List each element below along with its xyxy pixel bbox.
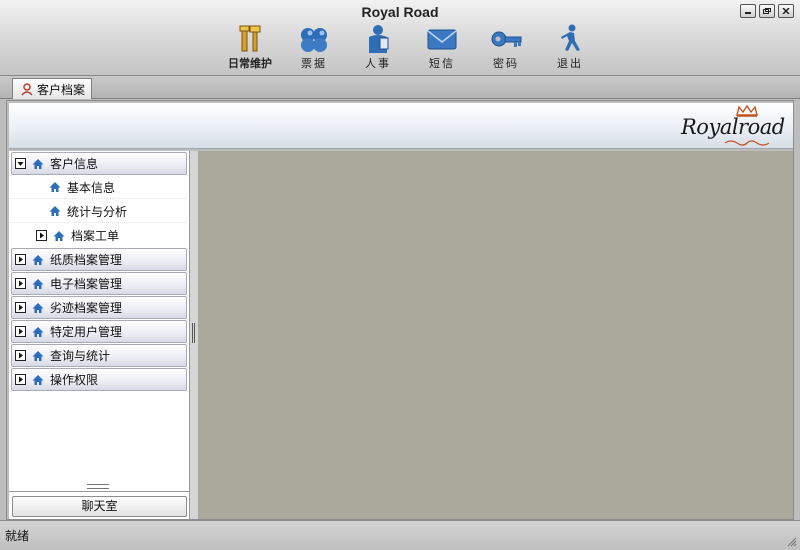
- nav-label: 客户信息: [50, 157, 99, 171]
- nav-group-special-users[interactable]: 特定用户管理: [11, 320, 187, 343]
- toolbar-label: 人事: [365, 57, 391, 70]
- minimize-icon: [745, 12, 751, 14]
- home-icon: [32, 278, 44, 289]
- workspace-frame: Royalroad 客户信息 基本信息 统计与分析 档案工单 纸质档案管理 电子…: [6, 100, 794, 520]
- nav-group-permissions[interactable]: 操作权限: [11, 368, 187, 391]
- nav-label: 纸质档案管理: [50, 253, 123, 267]
- toolbar-bills-button[interactable]: 票据: [282, 24, 346, 74]
- home-icon: [32, 254, 44, 265]
- expand-icon[interactable]: [15, 350, 26, 361]
- main-toolbar: 日常维护 票据 人事 短信 密码 退出: [218, 24, 602, 74]
- document-tab-strip: 客户档案: [0, 76, 800, 99]
- nav-label: 查询与统计: [50, 349, 111, 363]
- restore-button[interactable]: [759, 4, 775, 18]
- nav-label: 档案工单: [71, 229, 120, 243]
- status-text: 就绪: [5, 529, 30, 543]
- chat-room-button[interactable]: 聊天室: [12, 496, 187, 517]
- close-icon: [782, 8, 790, 14]
- nav-item-stats-analysis[interactable]: 统计与分析: [11, 200, 187, 223]
- toolbar-sms-button[interactable]: 短信: [410, 24, 474, 74]
- royalroad-logo: Royalroad: [679, 105, 785, 149]
- left-navigation-panel: 客户信息 基本信息 统计与分析 档案工单 纸质档案管理 电子档案管理 劣迹档案管…: [9, 151, 190, 519]
- nav-label: 劣迹档案管理: [50, 301, 123, 315]
- home-icon: [32, 350, 44, 361]
- window-title: Royal Road: [361, 4, 439, 20]
- splitter-handle[interactable]: [192, 323, 195, 343]
- nav-item-archive-ticket[interactable]: 档案工单: [11, 224, 187, 247]
- home-icon: [49, 206, 61, 216]
- expand-icon[interactable]: [15, 326, 26, 337]
- main-content-area: [198, 151, 793, 519]
- envelope-icon: [427, 29, 457, 50]
- panel-splitter[interactable]: [190, 151, 198, 519]
- ornament-icon: [724, 140, 770, 146]
- toolbar-label: 日常维护: [228, 57, 272, 70]
- home-icon: [49, 182, 61, 192]
- nav-group-query-stats[interactable]: 查询与统计: [11, 344, 187, 367]
- expand-icon[interactable]: [15, 254, 26, 265]
- expand-icon[interactable]: [36, 230, 47, 241]
- nav-label: 特定用户管理: [50, 325, 123, 339]
- nav-label: 统计与分析: [67, 204, 128, 219]
- restore-icon: [763, 8, 771, 14]
- home-icon: [53, 230, 65, 241]
- toolbar-label: 退出: [557, 57, 583, 70]
- tab-customer-archive[interactable]: 客户档案: [12, 78, 92, 99]
- toolbar-password-button[interactable]: 密码: [474, 24, 538, 74]
- nav-group-e-archive[interactable]: 电子档案管理: [11, 272, 187, 295]
- home-icon: [32, 374, 44, 385]
- nav-group-bad-record[interactable]: 劣迹档案管理: [11, 296, 187, 319]
- toolbar-label: 密码: [493, 57, 519, 70]
- resize-grip-icon[interactable]: [787, 537, 797, 547]
- window-controls: [740, 4, 794, 18]
- nav-label: 基本信息: [67, 180, 116, 195]
- person-icon: [369, 25, 389, 53]
- collapse-icon[interactable]: [15, 158, 26, 169]
- expand-icon[interactable]: [15, 374, 26, 385]
- divider: [9, 491, 190, 492]
- nav-label: 操作权限: [50, 373, 99, 387]
- header-banner: Royalroad: [9, 103, 793, 149]
- nav-group-customer-info[interactable]: 客户信息: [11, 152, 187, 175]
- home-icon: [32, 326, 44, 337]
- toolbar-personnel-button[interactable]: 人事: [346, 24, 410, 74]
- user-icon: [21, 82, 33, 96]
- logo-text: Royalroad: [681, 115, 785, 139]
- nav-tree: 客户信息 基本信息 统计与分析 档案工单 纸质档案管理 电子档案管理 劣迹档案管…: [11, 152, 187, 392]
- nav-label: 电子档案管理: [50, 277, 123, 291]
- key-icon: [491, 31, 522, 47]
- toolbar-exit-button[interactable]: 退出: [538, 24, 602, 74]
- status-bar: 就绪: [0, 520, 800, 550]
- title-bar: Royal Road 日常维护 票据 人事 短信 密码 退出: [0, 0, 800, 76]
- toolbar-daily-maintenance-button[interactable]: 日常维护: [218, 24, 282, 74]
- toolbar-label: 短信: [429, 57, 455, 70]
- expand-icon[interactable]: [15, 278, 26, 289]
- home-icon: [32, 158, 44, 169]
- panel-resize-grip[interactable]: [87, 484, 109, 489]
- expand-icon[interactable]: [15, 302, 26, 313]
- close-button[interactable]: [778, 4, 794, 18]
- clover-icon: [301, 28, 327, 52]
- home-icon: [32, 302, 44, 313]
- nav-group-paper-archive[interactable]: 纸质档案管理: [11, 248, 187, 271]
- toolbar-label: 票据: [301, 57, 327, 70]
- tools-icon: [239, 25, 261, 52]
- walking-person-icon: [561, 24, 580, 51]
- nav-item-basic-info[interactable]: 基本信息: [11, 176, 187, 199]
- tab-label: 客户档案: [37, 82, 86, 97]
- minimize-button[interactable]: [740, 4, 756, 18]
